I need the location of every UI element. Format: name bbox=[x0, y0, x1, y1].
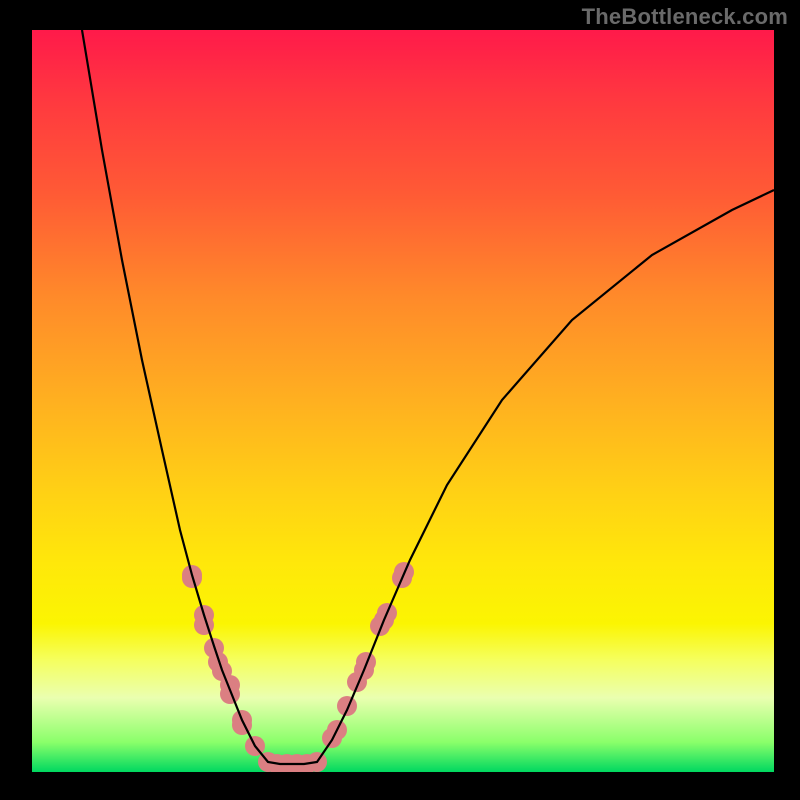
data-marker bbox=[356, 652, 376, 672]
chart-frame: TheBottleneck.com bbox=[0, 0, 800, 800]
watermark-text: TheBottleneck.com bbox=[582, 4, 788, 30]
chart-svg bbox=[32, 30, 774, 772]
bottleneck-curve bbox=[82, 30, 774, 764]
markers-layer bbox=[182, 562, 414, 772]
plot-area bbox=[32, 30, 774, 772]
data-marker bbox=[337, 696, 357, 716]
